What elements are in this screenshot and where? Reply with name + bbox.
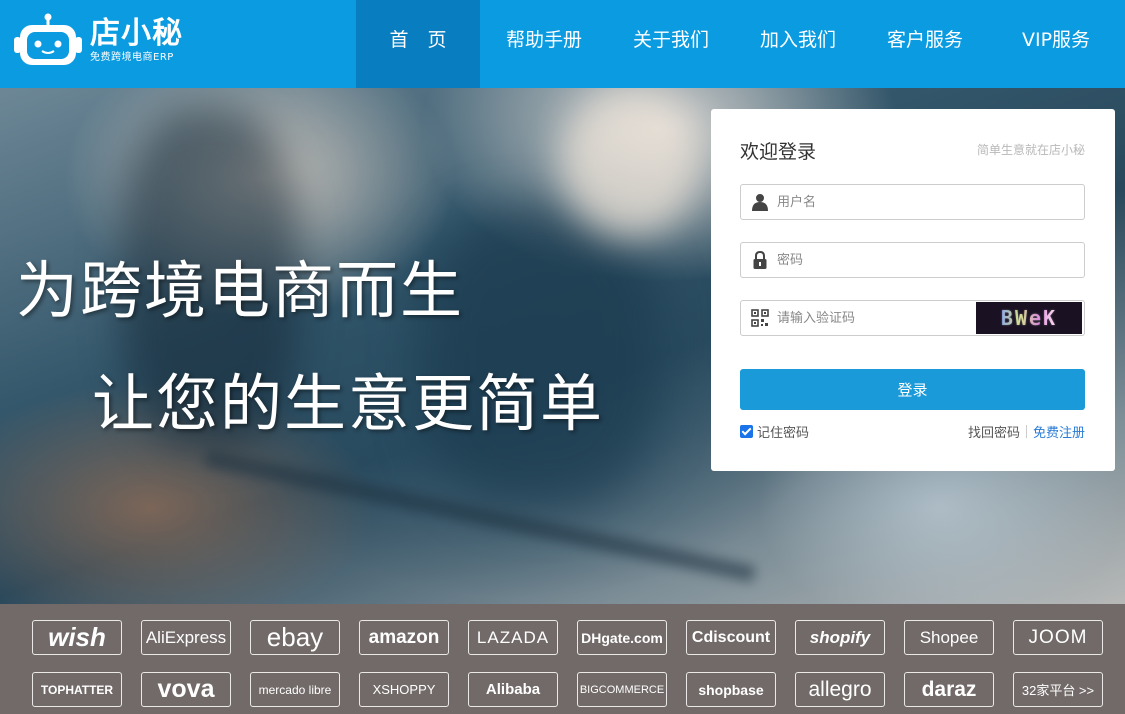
platform-shopify[interactable]: shopify	[795, 620, 885, 655]
nav-help-manual[interactable]: 帮助手册	[480, 0, 608, 88]
nav-join-us[interactable]: 加入我们	[734, 0, 862, 88]
nav-vip-service[interactable]: VIP服务	[988, 0, 1124, 88]
logo[interactable]: 店小秘 免费跨境电商ERP	[14, 8, 183, 74]
remember-password[interactable]: 记住密码	[740, 422, 809, 441]
login-title: 欢迎登录	[740, 141, 817, 163]
platform-logos-bar: wish AliExpress ebay amazon LAZADA DHgat…	[0, 604, 1125, 714]
forgot-password-link[interactable]: 找回密码	[968, 422, 1020, 441]
platform-tophatter[interactable]: TOPHATTER	[32, 672, 122, 707]
logo-name: 店小秘	[90, 16, 183, 51]
captcha-image[interactable]: BWeK	[976, 302, 1082, 334]
platform-lazada[interactable]: LAZADA	[468, 620, 558, 655]
nav-about-us[interactable]: 关于我们	[608, 0, 734, 88]
account-links: 找回密码 免费注册	[968, 422, 1085, 441]
login-panel: 欢迎登录 简单生意就在店小秘 BWeK	[711, 109, 1115, 471]
platform-daraz[interactable]: daraz	[904, 672, 994, 707]
username-field[interactable]	[740, 184, 1085, 220]
captcha-text: BWeK	[1000, 306, 1058, 330]
password-input[interactable]	[777, 243, 977, 277]
platform-shopbase[interactable]: shopbase	[686, 672, 776, 707]
platform-allegro[interactable]: allegro	[795, 672, 885, 707]
free-register-link[interactable]: 免费注册	[1033, 422, 1085, 441]
platform-mercado-libre[interactable]: mercado libre	[250, 672, 340, 707]
link-divider	[1025, 425, 1027, 438]
platform-vova[interactable]: vova	[141, 672, 231, 707]
login-button[interactable]: 登录	[740, 369, 1085, 410]
hero-slogan-line2: 让您的生意更简单	[92, 367, 605, 440]
top-header: 店小秘 免费跨境电商ERP 首 页 帮助手册 关于我们 加入我们 客户服务 VI…	[0, 0, 1125, 88]
captcha-field[interactable]: BWeK	[740, 300, 1085, 336]
nav-home[interactable]: 首 页	[356, 0, 480, 88]
hero-background-shape	[560, 88, 700, 238]
lock-icon	[753, 251, 767, 269]
robot-logo-icon	[14, 13, 82, 69]
nav-customer-service[interactable]: 客户服务	[862, 0, 988, 88]
captcha-input[interactable]	[777, 301, 977, 335]
login-subtitle: 简单生意就在店小秘	[976, 143, 1085, 157]
user-icon	[752, 194, 768, 211]
platform-wish[interactable]: wish	[32, 620, 122, 655]
remember-checkbox[interactable]	[740, 425, 753, 438]
password-field[interactable]	[740, 242, 1085, 278]
platform-bigcommerce[interactable]: BIGCOMMERCE	[577, 672, 667, 707]
remember-label: 记住密码	[757, 426, 810, 441]
hero-slogan-line1: 为跨境电商而生	[16, 254, 465, 327]
more-platforms-link[interactable]: 32家平台 >>	[1013, 672, 1103, 707]
platform-aliexpress[interactable]: AliExpress	[141, 620, 231, 655]
main-nav: 首 页 帮助手册 关于我们 加入我们 客户服务 VIP服务	[356, 0, 1124, 88]
username-input[interactable]	[777, 185, 977, 219]
platform-shopee[interactable]: Shopee	[904, 620, 994, 655]
platform-cdiscount[interactable]: Cdiscount	[686, 620, 776, 655]
platform-xshoppy[interactable]: XSHOPPY	[359, 672, 449, 707]
platform-dhgate[interactable]: DHgate.com	[577, 620, 667, 655]
platform-amazon[interactable]: amazon	[359, 620, 449, 655]
qr-code-icon	[751, 309, 769, 327]
logo-slogan: 免费跨境电商ERP	[90, 52, 174, 63]
platform-alibaba[interactable]: Alibaba	[468, 672, 558, 707]
platform-joom[interactable]: JOOM	[1013, 620, 1103, 655]
platform-ebay[interactable]: ebay	[250, 620, 340, 655]
